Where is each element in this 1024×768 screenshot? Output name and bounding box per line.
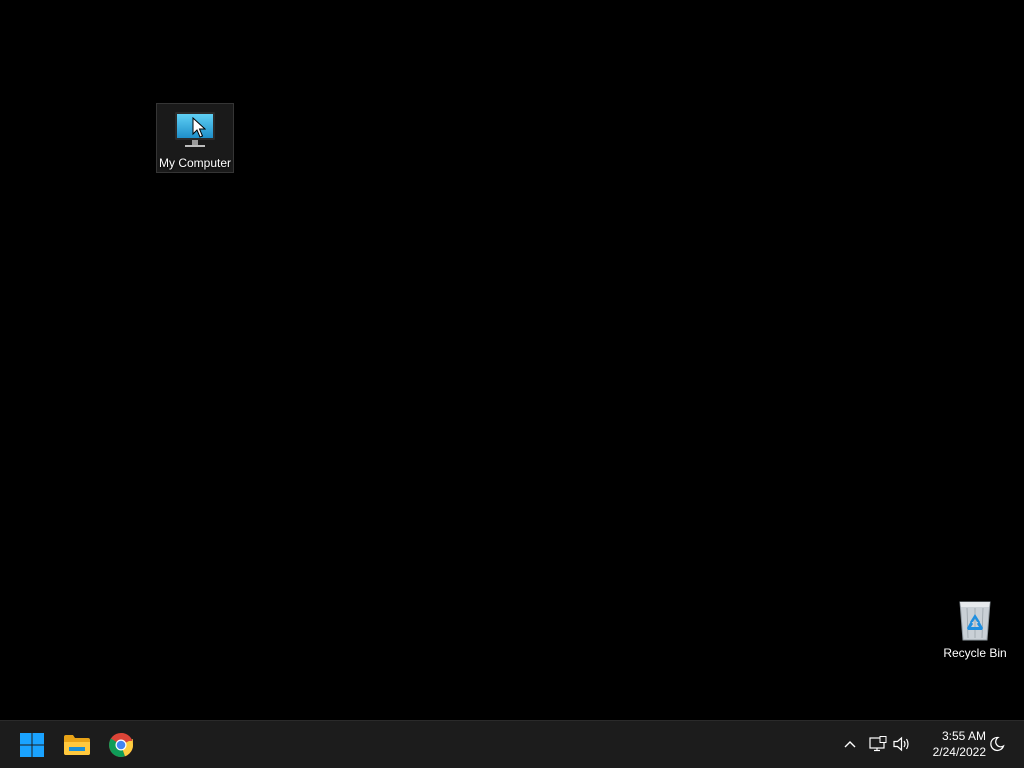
focus-assist-icon bbox=[990, 736, 1005, 752]
chrome-button[interactable] bbox=[103, 727, 139, 763]
taskbar: 3:55 AM 2/24/2022 bbox=[0, 720, 1024, 768]
recycle-bin-icon bbox=[951, 598, 999, 642]
volume-button[interactable] bbox=[891, 733, 913, 755]
mouse-cursor-icon bbox=[192, 117, 206, 138]
start-button[interactable] bbox=[14, 727, 50, 763]
chevron-up-icon bbox=[844, 741, 856, 748]
file-explorer-button[interactable] bbox=[59, 727, 95, 763]
desktop[interactable]: My Computer Recycle Bin bbox=[0, 0, 1024, 720]
network-icon bbox=[869, 736, 887, 752]
folder-icon bbox=[64, 735, 90, 755]
show-hidden-icons-button[interactable] bbox=[839, 733, 861, 755]
desktop-icon-label: My Computer bbox=[158, 156, 232, 170]
chrome-icon bbox=[109, 732, 133, 757]
clock-time: 3:55 AM bbox=[941, 729, 986, 743]
desktop-icon-recycle-bin[interactable]: Recycle Bin bbox=[936, 594, 1014, 664]
clock-date: 2/24/2022 bbox=[932, 745, 986, 759]
desktop-icon-label: Recycle Bin bbox=[943, 646, 1007, 660]
taskbar-clock[interactable]: 3:55 AM 2/24/2022 bbox=[918, 728, 986, 760]
windows-logo-icon bbox=[20, 733, 44, 757]
notification-button[interactable] bbox=[986, 733, 1008, 755]
network-button[interactable] bbox=[867, 733, 889, 755]
volume-icon bbox=[893, 736, 909, 752]
